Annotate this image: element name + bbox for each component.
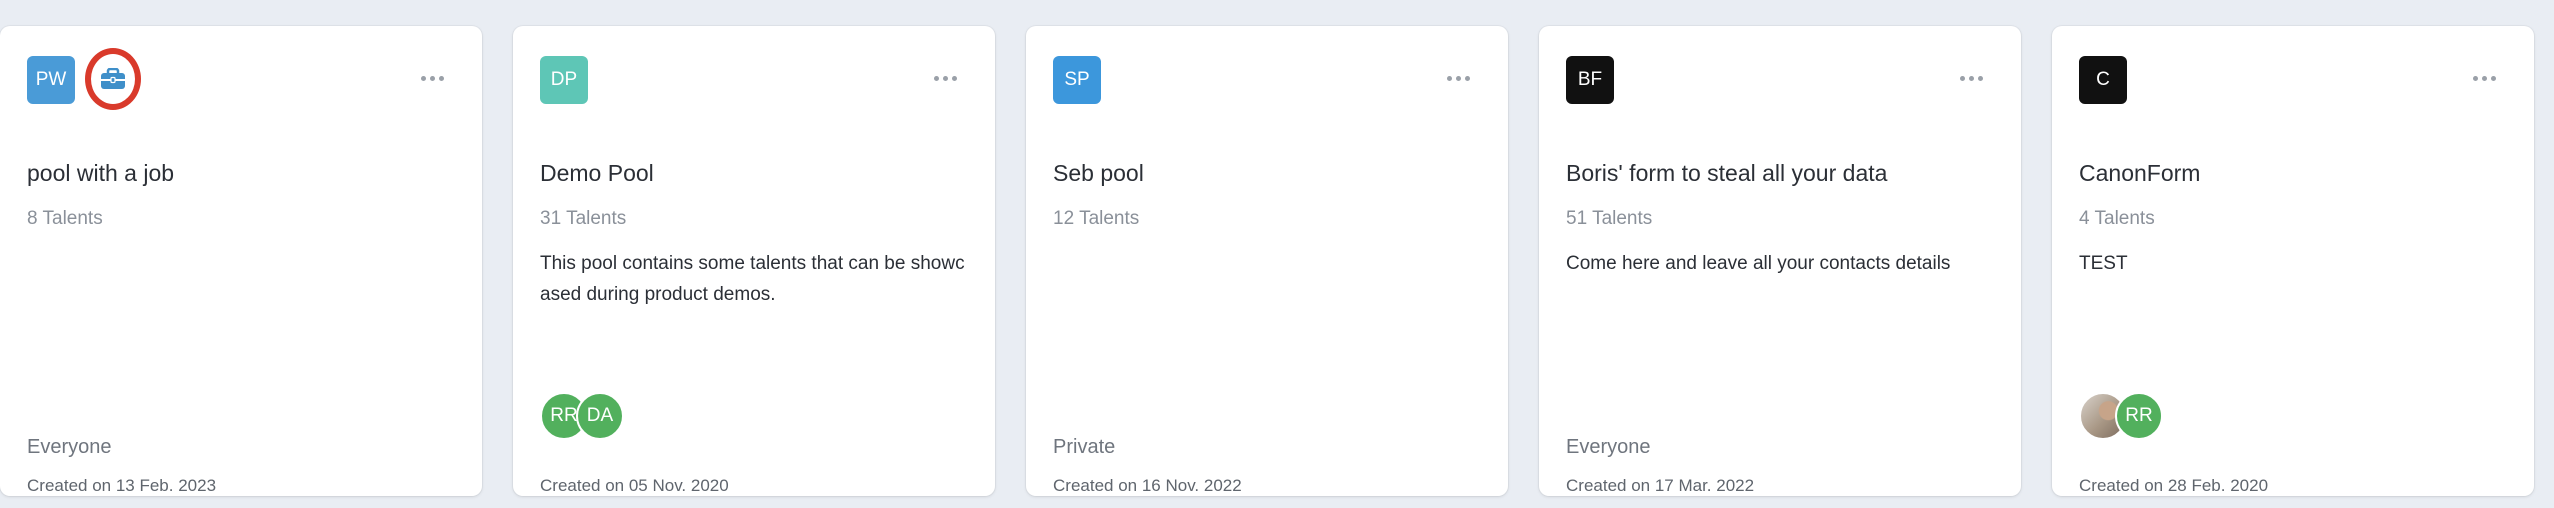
talent-count: 4 Talents bbox=[2079, 208, 2155, 229]
pool-title[interactable]: Boris' form to steal all your data bbox=[1566, 160, 1887, 187]
talent-count: 31 Talents bbox=[540, 208, 627, 229]
pool-title[interactable]: pool with a job bbox=[27, 160, 174, 187]
pool-card[interactable]: SP Seb pool 12 Talents Private Created o… bbox=[1026, 26, 1508, 496]
talent-count: 12 Talents bbox=[1053, 208, 1140, 229]
pool-title[interactable]: CanonForm bbox=[2079, 160, 2200, 187]
pool-card[interactable]: BF Boris' form to steal all your data 51… bbox=[1539, 26, 2021, 496]
pool-description: TEST bbox=[2079, 253, 2128, 274]
card-header: PW bbox=[27, 48, 452, 110]
pool-avatar: DP bbox=[540, 56, 588, 104]
created-date: Created on 17 Mar. 2022 bbox=[1566, 476, 1755, 495]
pool-card[interactable]: PW pool with a job 8 Talents Everyone Cr… bbox=[0, 26, 482, 496]
pool-card[interactable]: DP Demo Pool 31 Talents This pool contai… bbox=[513, 26, 995, 496]
created-date: Created on 05 Nov. 2020 bbox=[540, 476, 729, 495]
card-header: SP bbox=[1053, 56, 1478, 106]
pool-title[interactable]: Demo Pool bbox=[540, 160, 654, 187]
talent-count: 8 Talents bbox=[27, 208, 103, 229]
pool-visibility: Everyone bbox=[1566, 436, 1651, 458]
card-header: C bbox=[2079, 56, 2504, 106]
pool-title[interactable]: Seb pool bbox=[1053, 160, 1144, 187]
pool-avatar: SP bbox=[1053, 56, 1101, 104]
pool-card[interactable]: C CanonForm 4 Talents TEST RR Created on… bbox=[2052, 26, 2534, 496]
briefcase-icon bbox=[101, 68, 125, 89]
created-date: Created on 16 Nov. 2022 bbox=[1053, 476, 1242, 495]
created-date: Created on 13 Feb. 2023 bbox=[27, 476, 217, 495]
more-options-button[interactable] bbox=[2464, 64, 2504, 92]
job-indicator bbox=[85, 48, 141, 110]
more-options-button[interactable] bbox=[925, 64, 965, 92]
more-options-button[interactable] bbox=[412, 64, 452, 92]
pool-visibility: Everyone bbox=[27, 436, 112, 458]
pool-avatar: C bbox=[2079, 56, 2127, 104]
member-avatar: RR bbox=[2115, 392, 2163, 440]
pool-description: This pool contains some talents that can… bbox=[540, 253, 965, 305]
more-options-button[interactable] bbox=[1951, 64, 1991, 92]
pool-avatar: BF bbox=[1566, 56, 1614, 104]
talent-count: 51 Talents bbox=[1566, 208, 1653, 229]
created-date: Created on 28 Feb. 2020 bbox=[2079, 476, 2269, 495]
more-options-button[interactable] bbox=[1438, 64, 1478, 92]
pool-avatar: PW bbox=[27, 56, 75, 104]
card-header: BF bbox=[1566, 56, 1991, 106]
card-header: DP bbox=[540, 56, 965, 106]
member-avatar: DA bbox=[576, 392, 624, 440]
pool-description: Come here and leave all your contacts de… bbox=[1566, 253, 1951, 274]
pool-visibility: Private bbox=[1053, 436, 1116, 458]
